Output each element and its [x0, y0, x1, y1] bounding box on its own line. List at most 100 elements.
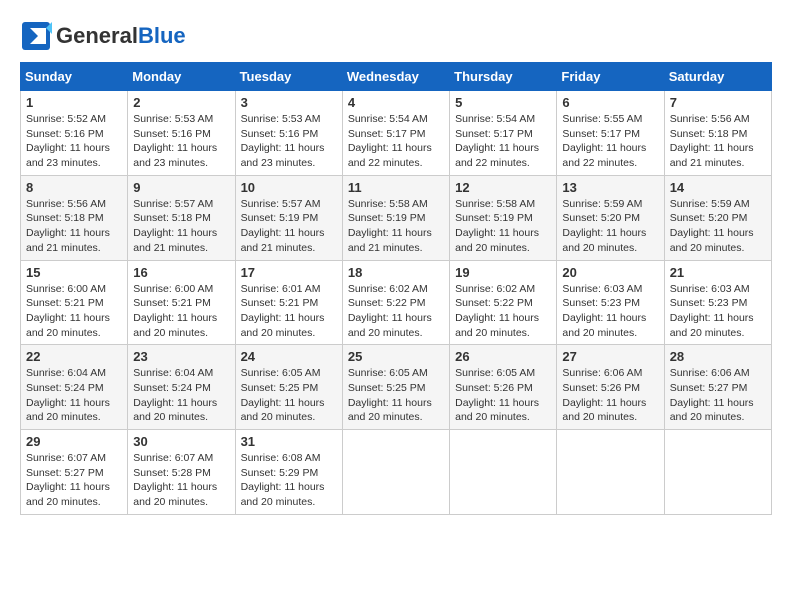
day-of-week-header: Friday: [557, 63, 664, 91]
calendar-day-cell: 26 Sunrise: 6:05 AMSunset: 5:26 PMDaylig…: [450, 345, 557, 430]
day-number: 1: [26, 95, 122, 110]
empty-cell: [342, 430, 449, 515]
day-info: Sunrise: 5:58 AMSunset: 5:19 PMDaylight:…: [348, 197, 444, 256]
day-info: Sunrise: 6:07 AMSunset: 5:27 PMDaylight:…: [26, 451, 122, 510]
calendar-day-cell: 21 Sunrise: 6:03 AMSunset: 5:23 PMDaylig…: [664, 260, 771, 345]
calendar-day-cell: 11 Sunrise: 5:58 AMSunset: 5:19 PMDaylig…: [342, 175, 449, 260]
calendar-day-cell: 19 Sunrise: 6:02 AMSunset: 5:22 PMDaylig…: [450, 260, 557, 345]
day-number: 14: [670, 180, 766, 195]
calendar-day-cell: 23 Sunrise: 6:04 AMSunset: 5:24 PMDaylig…: [128, 345, 235, 430]
calendar-day-cell: 27 Sunrise: 6:06 AMSunset: 5:26 PMDaylig…: [557, 345, 664, 430]
day-of-week-header: Sunday: [21, 63, 128, 91]
day-number: 25: [348, 349, 444, 364]
calendar-day-cell: 9 Sunrise: 5:57 AMSunset: 5:18 PMDayligh…: [128, 175, 235, 260]
calendar-day-cell: 7 Sunrise: 5:56 AMSunset: 5:18 PMDayligh…: [664, 91, 771, 176]
day-number: 8: [26, 180, 122, 195]
day-info: Sunrise: 5:59 AMSunset: 5:20 PMDaylight:…: [562, 197, 658, 256]
calendar-day-cell: 1 Sunrise: 5:52 AMSunset: 5:16 PMDayligh…: [21, 91, 128, 176]
day-number: 7: [670, 95, 766, 110]
day-number: 10: [241, 180, 337, 195]
day-info: Sunrise: 6:02 AMSunset: 5:22 PMDaylight:…: [455, 282, 551, 341]
day-info: Sunrise: 5:59 AMSunset: 5:20 PMDaylight:…: [670, 197, 766, 256]
day-info: Sunrise: 6:05 AMSunset: 5:25 PMDaylight:…: [348, 366, 444, 425]
calendar-day-cell: 2 Sunrise: 5:53 AMSunset: 5:16 PMDayligh…: [128, 91, 235, 176]
day-info: Sunrise: 5:57 AMSunset: 5:18 PMDaylight:…: [133, 197, 229, 256]
day-info: Sunrise: 6:08 AMSunset: 5:29 PMDaylight:…: [241, 451, 337, 510]
page-header: GeneralBlue: [20, 20, 772, 52]
empty-cell: [664, 430, 771, 515]
day-number: 13: [562, 180, 658, 195]
day-number: 5: [455, 95, 551, 110]
day-number: 27: [562, 349, 658, 364]
calendar-day-cell: 28 Sunrise: 6:06 AMSunset: 5:27 PMDaylig…: [664, 345, 771, 430]
day-info: Sunrise: 5:57 AMSunset: 5:19 PMDaylight:…: [241, 197, 337, 256]
day-number: 19: [455, 265, 551, 280]
day-number: 15: [26, 265, 122, 280]
day-number: 17: [241, 265, 337, 280]
day-info: Sunrise: 6:03 AMSunset: 5:23 PMDaylight:…: [562, 282, 658, 341]
calendar-day-cell: 12 Sunrise: 5:58 AMSunset: 5:19 PMDaylig…: [450, 175, 557, 260]
calendar-day-cell: 18 Sunrise: 6:02 AMSunset: 5:22 PMDaylig…: [342, 260, 449, 345]
calendar-day-cell: 17 Sunrise: 6:01 AMSunset: 5:21 PMDaylig…: [235, 260, 342, 345]
day-info: Sunrise: 6:05 AMSunset: 5:25 PMDaylight:…: [241, 366, 337, 425]
calendar-day-cell: 22 Sunrise: 6:04 AMSunset: 5:24 PMDaylig…: [21, 345, 128, 430]
day-number: 2: [133, 95, 229, 110]
day-of-week-header: Saturday: [664, 63, 771, 91]
calendar-day-cell: 15 Sunrise: 6:00 AMSunset: 5:21 PMDaylig…: [21, 260, 128, 345]
day-number: 11: [348, 180, 444, 195]
day-number: 12: [455, 180, 551, 195]
calendar-day-cell: 25 Sunrise: 6:05 AMSunset: 5:25 PMDaylig…: [342, 345, 449, 430]
day-number: 31: [241, 434, 337, 449]
logo-icon: [20, 20, 52, 52]
day-info: Sunrise: 6:06 AMSunset: 5:26 PMDaylight:…: [562, 366, 658, 425]
calendar-week-row: 29 Sunrise: 6:07 AMSunset: 5:27 PMDaylig…: [21, 430, 772, 515]
day-number: 20: [562, 265, 658, 280]
day-info: Sunrise: 5:53 AMSunset: 5:16 PMDaylight:…: [133, 112, 229, 171]
day-number: 6: [562, 95, 658, 110]
day-number: 16: [133, 265, 229, 280]
day-number: 28: [670, 349, 766, 364]
day-info: Sunrise: 6:02 AMSunset: 5:22 PMDaylight:…: [348, 282, 444, 341]
day-info: Sunrise: 6:04 AMSunset: 5:24 PMDaylight:…: [26, 366, 122, 425]
calendar-day-cell: 14 Sunrise: 5:59 AMSunset: 5:20 PMDaylig…: [664, 175, 771, 260]
day-info: Sunrise: 6:03 AMSunset: 5:23 PMDaylight:…: [670, 282, 766, 341]
day-info: Sunrise: 6:06 AMSunset: 5:27 PMDaylight:…: [670, 366, 766, 425]
calendar-day-cell: 13 Sunrise: 5:59 AMSunset: 5:20 PMDaylig…: [557, 175, 664, 260]
day-info: Sunrise: 5:54 AMSunset: 5:17 PMDaylight:…: [455, 112, 551, 171]
calendar-body: 1 Sunrise: 5:52 AMSunset: 5:16 PMDayligh…: [21, 91, 772, 515]
calendar-week-row: 8 Sunrise: 5:56 AMSunset: 5:18 PMDayligh…: [21, 175, 772, 260]
day-info: Sunrise: 6:04 AMSunset: 5:24 PMDaylight:…: [133, 366, 229, 425]
day-number: 18: [348, 265, 444, 280]
calendar-day-cell: 5 Sunrise: 5:54 AMSunset: 5:17 PMDayligh…: [450, 91, 557, 176]
day-number: 4: [348, 95, 444, 110]
day-info: Sunrise: 6:00 AMSunset: 5:21 PMDaylight:…: [133, 282, 229, 341]
day-number: 9: [133, 180, 229, 195]
calendar-day-cell: 16 Sunrise: 6:00 AMSunset: 5:21 PMDaylig…: [128, 260, 235, 345]
calendar-header: SundayMondayTuesdayWednesdayThursdayFrid…: [21, 63, 772, 91]
day-info: Sunrise: 5:58 AMSunset: 5:19 PMDaylight:…: [455, 197, 551, 256]
day-number: 23: [133, 349, 229, 364]
calendar-week-row: 15 Sunrise: 6:00 AMSunset: 5:21 PMDaylig…: [21, 260, 772, 345]
day-number: 22: [26, 349, 122, 364]
day-number: 29: [26, 434, 122, 449]
calendar-day-cell: 3 Sunrise: 5:53 AMSunset: 5:16 PMDayligh…: [235, 91, 342, 176]
day-of-week-header: Thursday: [450, 63, 557, 91]
day-info: Sunrise: 5:56 AMSunset: 5:18 PMDaylight:…: [670, 112, 766, 171]
calendar-day-cell: 6 Sunrise: 5:55 AMSunset: 5:17 PMDayligh…: [557, 91, 664, 176]
day-of-week-header: Monday: [128, 63, 235, 91]
day-info: Sunrise: 5:55 AMSunset: 5:17 PMDaylight:…: [562, 112, 658, 171]
calendar-week-row: 22 Sunrise: 6:04 AMSunset: 5:24 PMDaylig…: [21, 345, 772, 430]
day-info: Sunrise: 5:54 AMSunset: 5:17 PMDaylight:…: [348, 112, 444, 171]
calendar-day-cell: 10 Sunrise: 5:57 AMSunset: 5:19 PMDaylig…: [235, 175, 342, 260]
calendar-day-cell: 20 Sunrise: 6:03 AMSunset: 5:23 PMDaylig…: [557, 260, 664, 345]
day-number: 3: [241, 95, 337, 110]
calendar-day-cell: 8 Sunrise: 5:56 AMSunset: 5:18 PMDayligh…: [21, 175, 128, 260]
calendar-day-cell: 30 Sunrise: 6:07 AMSunset: 5:28 PMDaylig…: [128, 430, 235, 515]
calendar-week-row: 1 Sunrise: 5:52 AMSunset: 5:16 PMDayligh…: [21, 91, 772, 176]
calendar-day-cell: 4 Sunrise: 5:54 AMSunset: 5:17 PMDayligh…: [342, 91, 449, 176]
day-of-week-header: Tuesday: [235, 63, 342, 91]
day-info: Sunrise: 6:07 AMSunset: 5:28 PMDaylight:…: [133, 451, 229, 510]
day-info: Sunrise: 5:52 AMSunset: 5:16 PMDaylight:…: [26, 112, 122, 171]
day-number: 30: [133, 434, 229, 449]
calendar-table: SundayMondayTuesdayWednesdayThursdayFrid…: [20, 62, 772, 515]
